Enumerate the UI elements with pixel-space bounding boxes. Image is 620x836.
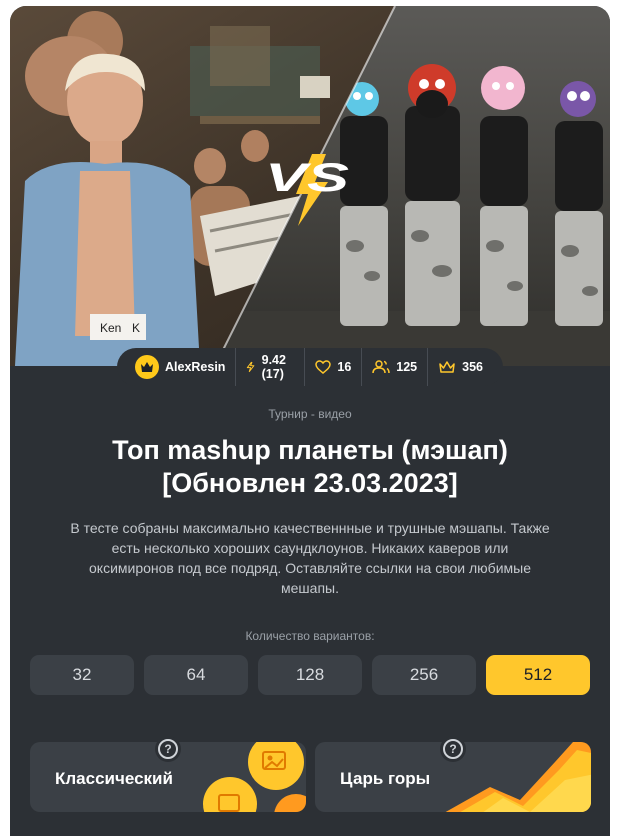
players-stat: 125: [361, 348, 427, 386]
wins-stat: 356: [427, 348, 493, 386]
crown-avatar-icon: [135, 355, 159, 379]
king-help-button[interactable]: ?: [440, 736, 466, 762]
option-128-button[interactable]: 128: [258, 655, 362, 695]
rating-stat: 9.42 (17): [235, 348, 304, 386]
option-32-button[interactable]: 32: [30, 655, 134, 695]
wins-value: 356: [462, 360, 483, 374]
rating-value: 9.42 (17): [261, 353, 286, 381]
users-icon: [372, 360, 391, 374]
author-link[interactable]: AlexResin: [125, 348, 235, 386]
stats-bar: AlexResin 9.42 (17) 16 125 356: [117, 348, 503, 386]
crown-icon: [439, 361, 455, 373]
question-icon: ?: [158, 739, 178, 759]
quiz-title: Топ mashup планеты (мэшап) [Обновлен 23.…: [112, 435, 508, 498]
likes-value: 16: [337, 360, 352, 374]
lightning-icon: [247, 361, 255, 373]
vs-text: VS: [265, 156, 350, 200]
options-label: Количество вариантов:: [245, 629, 375, 643]
likes-stat[interactable]: 16: [304, 348, 361, 386]
players-value: 125: [396, 360, 418, 374]
classic-help-button[interactable]: ?: [155, 736, 181, 762]
option-512-button[interactable]: 512: [486, 655, 590, 695]
hero-illustration: Ken K VS: [10, 6, 610, 366]
king-mode-label: Царь горы: [340, 769, 431, 788]
hero-image: Ken K VS: [10, 6, 610, 366]
question-icon: ?: [443, 739, 463, 759]
quiz-card: Ken K VS AlexResin 9.42 (17) 16 125 356 …: [10, 6, 610, 836]
shirt-letter: K: [132, 321, 140, 335]
quiz-category: Турнир - видео: [268, 407, 352, 421]
options-group: 32 64 128 256 512: [30, 655, 590, 695]
quiz-description: В тесте собраны максимально качественнны…: [70, 520, 550, 596]
author-name: AlexResin: [165, 360, 226, 374]
option-64-button[interactable]: 64: [144, 655, 248, 695]
option-256-button[interactable]: 256: [372, 655, 476, 695]
shirt-text: Ken: [100, 321, 121, 335]
heart-icon: [315, 360, 332, 374]
classic-mode-label: Классический: [55, 769, 173, 788]
